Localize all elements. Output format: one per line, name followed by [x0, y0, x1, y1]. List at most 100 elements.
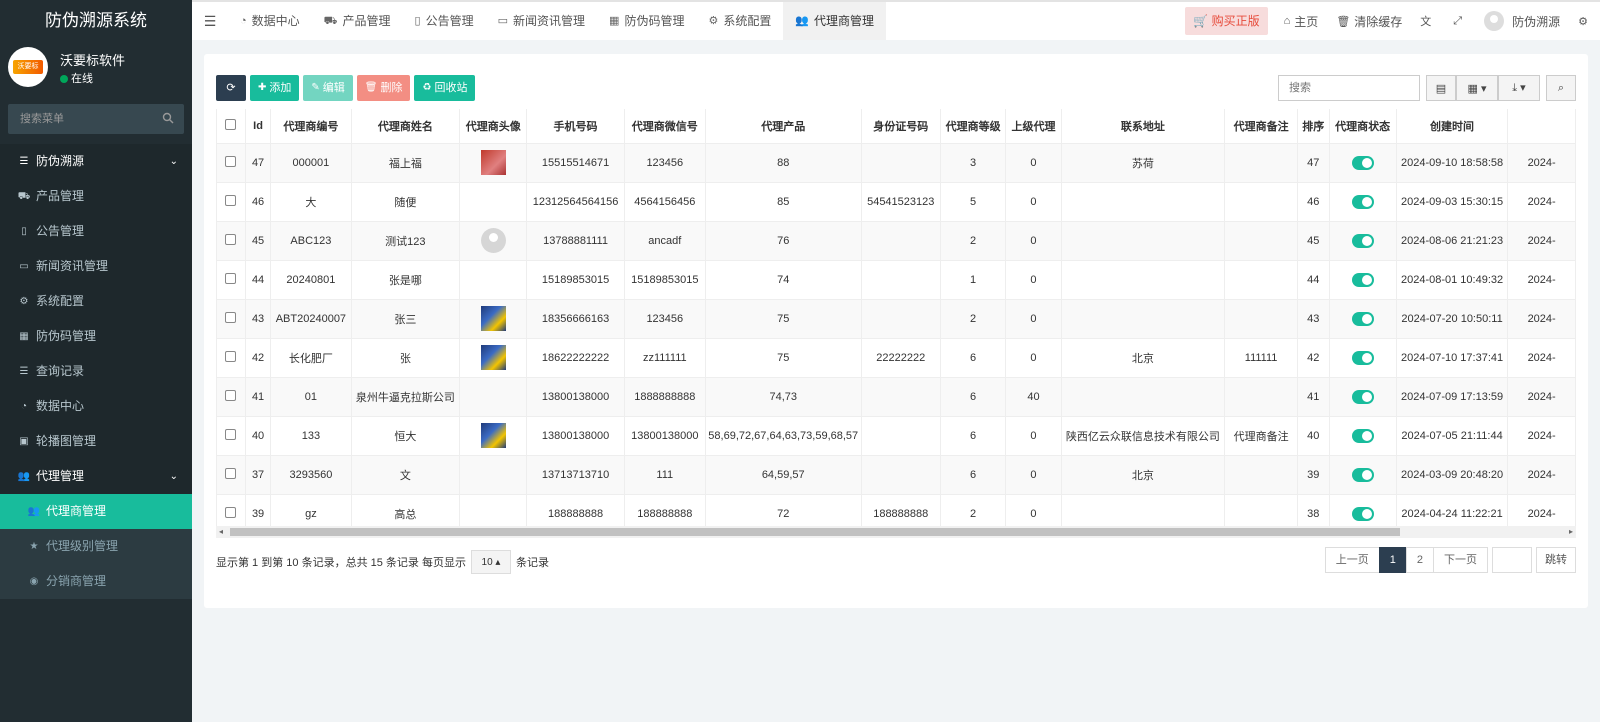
- column-header[interactable]: 创建时间: [1395, 109, 1509, 144]
- search-icon[interactable]: [162, 112, 174, 124]
- table-row[interactable]: 42 长化肥厂张 18622222222 zz111111 75 22222222 6 0 北京…: [216, 337, 1576, 378]
- sidebar-item[interactable]: 👥 代理管理 ⌄: [0, 459, 192, 494]
- row-checkbox[interactable]: [225, 272, 237, 284]
- menu-toggle-icon[interactable]: ☰: [192, 13, 228, 30]
- row-checkbox[interactable]: [225, 233, 237, 245]
- scrollbar-thumb[interactable]: [230, 528, 1400, 536]
- column-header[interactable]: 代理商编号: [270, 109, 352, 144]
- advanced-search-button[interactable]: ⌕: [1546, 75, 1576, 101]
- nav-tab[interactable]: ◔ 数据中心: [228, 2, 312, 40]
- sidebar-item[interactable]: 👥 代理商管理: [0, 494, 192, 529]
- table-row[interactable]: 44 20240801 张是哪 15189853015 15189853015 74 1 0 4…: [216, 259, 1576, 300]
- settings-button[interactable]: ⚙: [1578, 15, 1592, 28]
- user-avatar-small[interactable]: [1484, 11, 1505, 31]
- sidebar-item[interactable]: ⚙ 系统配置: [0, 284, 192, 319]
- row-checkbox[interactable]: [225, 467, 237, 479]
- column-header[interactable]: 身份证号码: [860, 109, 941, 144]
- column-header[interactable]: 代理商头像: [459, 109, 528, 144]
- edit-button[interactable]: ✎ 编辑: [303, 75, 353, 101]
- row-checkbox[interactable]: [225, 389, 237, 401]
- table-row[interactable]: 47 000001 福上福 15515514671 123456 88 3 0 苏荷 47 2024…: [216, 142, 1576, 183]
- status-toggle[interactable]: [1351, 155, 1374, 170]
- nav-tab[interactable]: 👥 代理商管理: [783, 2, 887, 40]
- horizontal-scrollbar[interactable]: ◂ ▸: [216, 526, 1576, 538]
- nav-tab[interactable]: ⚙ 系统配置: [696, 2, 783, 40]
- jump-button[interactable]: 跳转: [1536, 547, 1576, 573]
- toggle-view-button[interactable]: ▤: [1426, 75, 1456, 101]
- scroll-right-icon[interactable]: ▸: [1569, 527, 1573, 536]
- column-header[interactable]: 上级代理: [1005, 109, 1062, 144]
- home-link[interactable]: ⌂ 主页: [1284, 13, 1319, 30]
- delete-button[interactable]: 🗑 删除: [356, 75, 411, 101]
- sidebar-item[interactable]: ☰ 查询记录: [0, 354, 192, 389]
- row-checkbox[interactable]: [225, 194, 237, 206]
- table-search-input[interactable]: [1278, 75, 1420, 101]
- column-header[interactable]: 代理商微信号: [623, 109, 706, 144]
- row-checkbox[interactable]: [225, 350, 237, 362]
- status-toggle[interactable]: [1351, 428, 1374, 443]
- column-header[interactable]: 代理商备注: [1224, 109, 1299, 144]
- buy-button[interactable]: 🛒 购买正版: [1185, 7, 1268, 35]
- next-page-button[interactable]: 下一页: [1433, 547, 1488, 573]
- agent-avatar-image[interactable]: [480, 306, 506, 331]
- page-1-button[interactable]: 1: [1378, 547, 1407, 573]
- status-toggle[interactable]: [1351, 467, 1374, 482]
- table-row[interactable]: 41 01 泉州牛逼克拉斯公司 13800138000 1888888888 74,73 6…: [216, 376, 1576, 417]
- status-toggle[interactable]: [1351, 194, 1374, 209]
- agent-avatar-image[interactable]: [480, 150, 506, 175]
- agent-avatar-image[interactable]: [480, 423, 506, 448]
- row-checkbox[interactable]: [225, 311, 237, 323]
- add-button[interactable]: ✚ 添加: [250, 75, 300, 101]
- prev-page-button[interactable]: 上一页: [1324, 547, 1380, 573]
- page-size-select[interactable]: 10 ▴: [470, 550, 511, 574]
- column-header[interactable]: 联系地址: [1060, 109, 1226, 144]
- export-button[interactable]: ⤓ ▾: [1498, 75, 1540, 101]
- sidebar-item[interactable]: ⛟ 产品管理: [0, 179, 192, 214]
- table-row[interactable]: 45 ABC123 测试123 13788881111 ancadf 76 2 0 45 2024…: [216, 220, 1576, 261]
- sidebar-item[interactable]: ▯ 公告管理: [0, 214, 192, 249]
- menu-search-input[interactable]: [8, 104, 158, 134]
- sidebar-item[interactable]: ☰ 防伪溯源 ⌄: [0, 144, 192, 179]
- sidebar-item[interactable]: ★ 代理级别管理: [0, 529, 192, 564]
- language-button[interactable]: 文: [1420, 13, 1435, 29]
- select-all-checkbox[interactable]: [225, 118, 237, 130]
- column-header[interactable]: 手机号码: [526, 109, 625, 144]
- clear-cache-link[interactable]: 🗑 清除缓存: [1336, 13, 1402, 30]
- row-checkbox[interactable]: [225, 428, 237, 440]
- page-2-button[interactable]: 2: [1405, 547, 1434, 573]
- recycle-button[interactable]: ♻ 回收站: [414, 75, 476, 101]
- status-toggle[interactable]: [1351, 233, 1374, 248]
- table-row[interactable]: 40 133 恒大 13800138000 13800138000 58,69,72,67…: [216, 415, 1576, 456]
- sidebar-item[interactable]: ▣ 轮播图管理: [0, 424, 192, 459]
- agent-avatar-image[interactable]: [480, 345, 506, 370]
- status-toggle[interactable]: [1351, 311, 1374, 326]
- fullscreen-button[interactable]: ⤢: [1453, 15, 1466, 28]
- nav-tab[interactable]: ▯ 公告管理: [403, 2, 486, 40]
- column-header[interactable]: 代理商等级: [939, 109, 1007, 144]
- status-toggle[interactable]: [1351, 506, 1374, 521]
- status-toggle[interactable]: [1351, 389, 1374, 404]
- jump-page-input[interactable]: [1492, 547, 1532, 573]
- agent-avatar-image[interactable]: [480, 228, 506, 253]
- column-header[interactable]: 排序: [1297, 109, 1330, 144]
- columns-button[interactable]: ▦ ▾: [1456, 75, 1498, 101]
- sidebar-item[interactable]: ◉ 分销商管理: [0, 564, 192, 599]
- sidebar-item[interactable]: ▦ 防伪码管理: [0, 319, 192, 354]
- row-checkbox[interactable]: [225, 155, 237, 167]
- column-header[interactable]: Id: [244, 109, 272, 144]
- sidebar-item[interactable]: ▭ 新闻资讯管理: [0, 249, 192, 284]
- scroll-left-icon[interactable]: ◂: [219, 527, 223, 536]
- table-row[interactable]: 46 大随便 12312564564156 4564156456 85 545415231…: [216, 181, 1576, 222]
- nav-tab[interactable]: ▦ 防伪码管理: [597, 2, 696, 40]
- column-header[interactable]: 代理商姓名: [350, 109, 461, 144]
- table-row[interactable]: 37 3293560 文 13713713710 111 64,59,57 6 0 北京 39 20…: [216, 454, 1576, 495]
- sidebar-item[interactable]: ◔ 数据中心: [0, 389, 192, 424]
- status-toggle[interactable]: [1351, 272, 1374, 287]
- status-toggle[interactable]: [1351, 350, 1374, 365]
- nav-tab[interactable]: ▭ 新闻资讯管理: [486, 2, 597, 40]
- column-header[interactable]: 代理产品: [704, 109, 862, 144]
- table-row[interactable]: 43 ABT20240007 张三 18356666163 123456 75 2 0 43 20…: [216, 298, 1576, 339]
- refresh-button[interactable]: ⟳: [216, 75, 246, 101]
- nav-tab[interactable]: ⛟ 产品管理: [312, 2, 403, 40]
- user-menu[interactable]: 防伪溯源: [1512, 13, 1560, 30]
